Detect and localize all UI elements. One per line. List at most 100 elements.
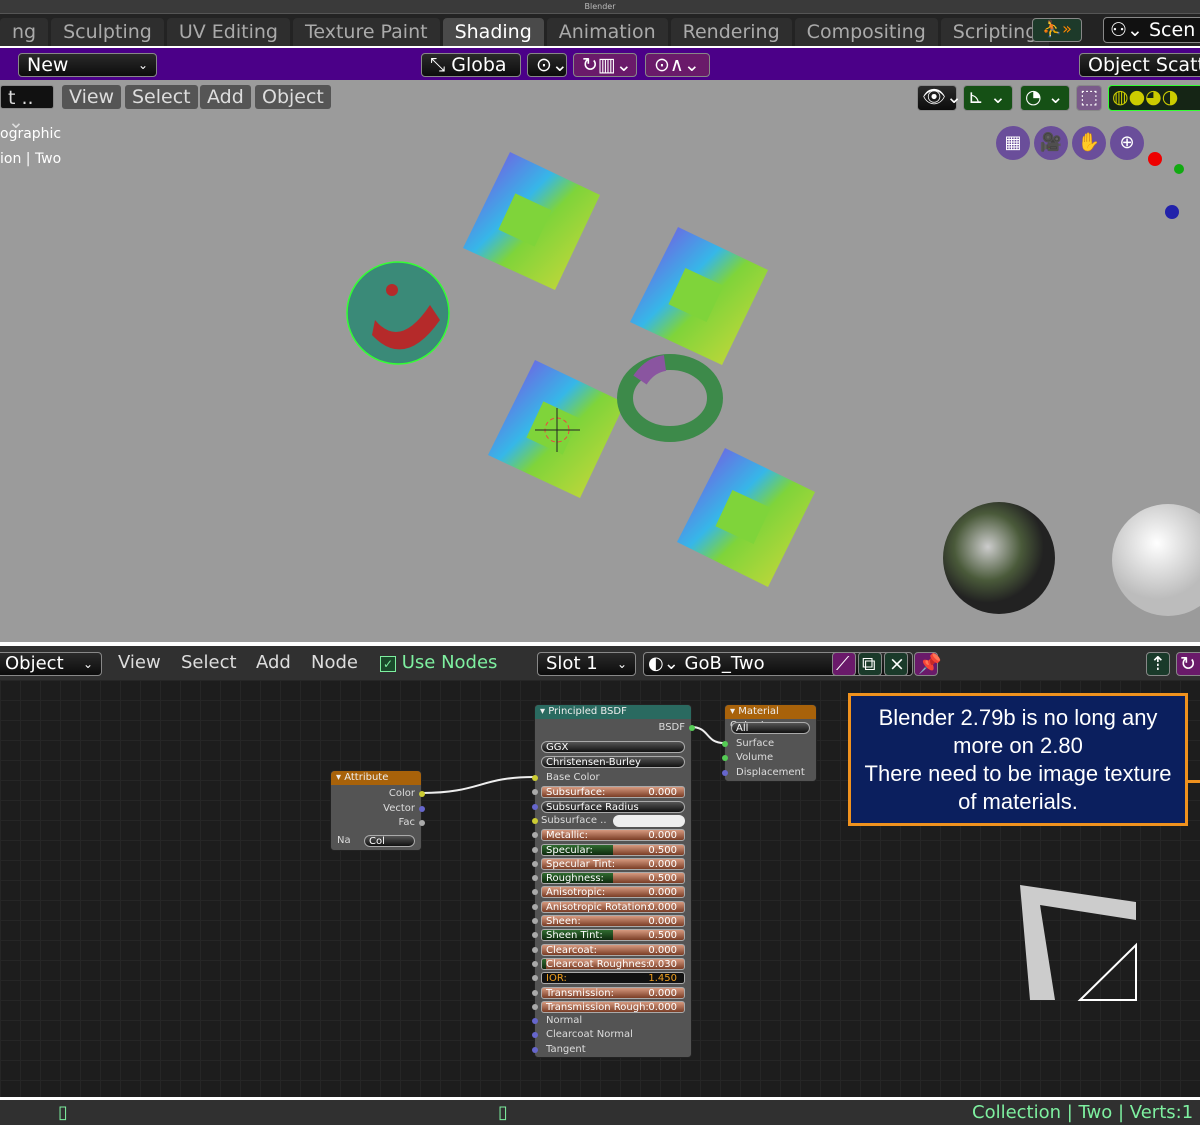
socket[interactable] bbox=[722, 741, 728, 747]
slider-value: 0.000 bbox=[648, 787, 677, 799]
input-clearcoat[interactable]: Clearcoat: 0.000 bbox=[541, 943, 685, 956]
socket[interactable] bbox=[532, 1032, 538, 1039]
socket[interactable] bbox=[419, 791, 425, 797]
slider-value: 0.500 bbox=[648, 873, 677, 885]
scene-objects bbox=[346, 152, 1200, 616]
white-sphere bbox=[1112, 504, 1200, 616]
socket[interactable] bbox=[532, 1018, 538, 1025]
scene-icon: ⚇⌄ bbox=[1110, 19, 1149, 41]
parent-node-icon[interactable]: ⇡ bbox=[1146, 652, 1170, 676]
input-specular-tint[interactable]: Specular Tint: 0.000 bbox=[541, 857, 685, 870]
input-sheen-tint[interactable]: Sheen Tint: 0.500 bbox=[541, 929, 685, 942]
socket[interactable] bbox=[722, 770, 728, 776]
slot-dropdown[interactable]: Slot 1 ⌄ bbox=[537, 652, 636, 676]
scene-selector[interactable]: ⚇⌄ Scen bbox=[1103, 17, 1200, 43]
input-transmission[interactable]: Transmission: 0.000 bbox=[541, 986, 685, 999]
socket[interactable] bbox=[532, 832, 538, 839]
input-anisotropic-rotation[interactable]: Anisotropic Rotation: 0.000 bbox=[541, 900, 685, 913]
socket[interactable] bbox=[532, 960, 538, 967]
pin-icon[interactable]: 📌 bbox=[914, 652, 942, 676]
socket[interactable] bbox=[532, 775, 538, 781]
socket[interactable] bbox=[722, 755, 728, 761]
slider-label: Clearcoat: bbox=[546, 944, 597, 956]
snap-toggle[interactable]: ↻▥⌄ bbox=[573, 53, 637, 77]
slider-value: 0.500 bbox=[648, 930, 677, 942]
input-metallic[interactable]: Metallic: 0.000 bbox=[541, 829, 685, 842]
pivot-dropdown[interactable]: ⊙⌄ bbox=[527, 53, 568, 77]
input-clearcoat-roughnes[interactable]: Clearcoat Roughnes: 0.030 bbox=[541, 957, 685, 970]
color-swatch[interactable] bbox=[613, 814, 685, 827]
snap-icon[interactable]: ↻ bbox=[1176, 652, 1200, 676]
tab-rendering[interactable]: Rendering bbox=[670, 18, 792, 46]
checkbox-checked-icon: ✓ bbox=[380, 656, 396, 672]
socket[interactable] bbox=[532, 889, 538, 896]
socket[interactable] bbox=[532, 1046, 538, 1053]
input-volume: Volume bbox=[736, 752, 774, 763]
socket[interactable] bbox=[532, 817, 538, 824]
tab-texture-paint[interactable]: Texture Paint bbox=[292, 18, 440, 46]
3d-viewport[interactable]: t .. ⌄ View Select Add Object ographic i… bbox=[0, 80, 1200, 642]
attribute-node[interactable]: ▾ Attribute Color Vector Fac Na Col bbox=[330, 770, 425, 851]
material-output-node[interactable]: ▾ Material Output All Surface Volume Dis… bbox=[722, 704, 817, 782]
unlink-icon[interactable]: × bbox=[884, 652, 908, 676]
input-subsurface[interactable]: Subsurface: 0.000 bbox=[541, 786, 685, 799]
socket[interactable] bbox=[532, 989, 538, 996]
slider-label: IOR: bbox=[546, 973, 567, 985]
input-normal: Normal bbox=[546, 1015, 583, 1027]
tab-uv-editing[interactable]: UV Editing bbox=[166, 18, 290, 46]
tab-animation[interactable]: Animation bbox=[546, 18, 668, 46]
proportional-edit-toggle[interactable]: ⊙∧⌄ bbox=[645, 53, 710, 77]
cube-object bbox=[677, 448, 815, 587]
object-type-dropdown[interactable]: Object ⌄ bbox=[0, 652, 102, 676]
socket[interactable] bbox=[532, 803, 538, 810]
new-button[interactable]: New ⌄ bbox=[18, 53, 157, 77]
socket[interactable] bbox=[532, 932, 538, 939]
principled-bsdf-node[interactable]: ▾ Principled BSDF BSDF GGX Christensen-B… bbox=[532, 704, 695, 1058]
input-roughness[interactable]: Roughness: 0.500 bbox=[541, 872, 685, 885]
socket[interactable] bbox=[532, 789, 538, 796]
material-sphere-icon: ◐⌄ bbox=[648, 653, 685, 674]
socket[interactable] bbox=[419, 820, 425, 826]
attribute-name-input[interactable]: Col bbox=[364, 835, 415, 847]
input-anisotropic[interactable]: Anisotropic: 0.000 bbox=[541, 886, 685, 899]
tab-shading[interactable]: Shading bbox=[442, 18, 544, 46]
distribution-dropdown[interactable]: GGX bbox=[541, 741, 685, 753]
addon-icon[interactable]: ⛹» bbox=[1032, 18, 1082, 42]
socket[interactable] bbox=[689, 725, 695, 731]
axis-z-icon bbox=[1165, 205, 1179, 219]
orientation-dropdown[interactable]: ⤡ Globa bbox=[421, 53, 521, 77]
node-editor-header: Object ⌄ View Select Add Node ✓ Use Nodes… bbox=[0, 646, 1200, 680]
slider-value: 0.000 bbox=[648, 987, 677, 999]
use-nodes-checkbox[interactable]: ✓ Use Nodes bbox=[380, 652, 497, 674]
input-displacement: Displacement bbox=[736, 767, 805, 778]
tab-compositing[interactable]: Compositing bbox=[794, 18, 938, 46]
socket[interactable] bbox=[532, 975, 538, 982]
input-specular[interactable]: Specular: 0.500 bbox=[541, 843, 685, 856]
target-dropdown[interactable]: All bbox=[731, 722, 810, 734]
input-sheen[interactable]: Sheen: 0.000 bbox=[541, 915, 685, 927]
tab-sculpting[interactable]: Sculpting bbox=[51, 18, 164, 46]
socket[interactable] bbox=[532, 946, 538, 953]
socket[interactable] bbox=[419, 806, 425, 812]
menu-add[interactable]: Add bbox=[256, 652, 291, 674]
socket[interactable] bbox=[532, 903, 538, 910]
subsurface-method-dropdown[interactable]: Christensen-Burley bbox=[541, 756, 685, 768]
menu-select[interactable]: Select bbox=[181, 652, 237, 674]
socket[interactable] bbox=[532, 1003, 538, 1010]
input-subsurface-radius[interactable]: Subsurface Radius bbox=[541, 800, 685, 813]
input-transmission-rough[interactable]: Transmission Rough: 0.000 bbox=[541, 1000, 685, 1013]
duplicate-icon[interactable]: ⧉ bbox=[858, 652, 882, 676]
node-header: ▾ Material Output bbox=[725, 705, 816, 731]
socket[interactable] bbox=[532, 918, 538, 924]
input-ior[interactable]: IOR: 1.450 bbox=[541, 972, 685, 985]
socket[interactable] bbox=[532, 860, 538, 867]
socket[interactable] bbox=[532, 875, 538, 882]
tab-ng[interactable]: ng bbox=[0, 18, 49, 46]
output-color: Color bbox=[388, 788, 415, 799]
fake-user-icon[interactable]: ⟋ bbox=[832, 652, 856, 676]
object-scatter-button[interactable]: Object Scatt bbox=[1079, 53, 1200, 77]
socket[interactable] bbox=[532, 846, 538, 853]
menu-view[interactable]: View bbox=[118, 652, 161, 674]
tool-header: New ⌄ ⤡ Globa ⊙⌄ ↻▥⌄ ⊙∧⌄ Object Scatt bbox=[0, 48, 1200, 80]
menu-node[interactable]: Node bbox=[311, 652, 358, 674]
